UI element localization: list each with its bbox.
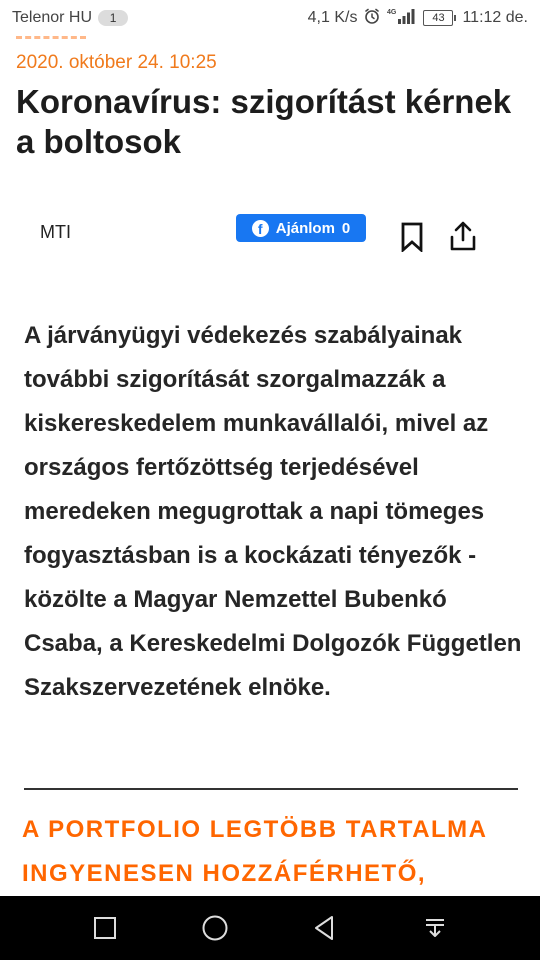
facebook-like-button[interactable]: f Ajánlom 0 xyxy=(236,214,366,242)
alarm-icon xyxy=(363,7,381,30)
back-button[interactable] xyxy=(301,904,349,952)
article-author: MTI xyxy=(40,222,71,242)
article-meta-row: MTI f Ajánlom 0 xyxy=(0,210,540,260)
signal-icon: 4G xyxy=(387,7,417,30)
bookmark-button[interactable] xyxy=(397,220,427,254)
section-divider xyxy=(24,788,518,790)
article-date: 2020. október 24. 10:25 xyxy=(16,52,217,73)
system-navigation-bar xyxy=(0,896,540,960)
share-button[interactable] xyxy=(447,218,479,254)
notification-pull-icon xyxy=(426,919,444,937)
back-icon xyxy=(315,916,333,940)
status-bar: Telenor HU 1 4,1 K/s 4G 43 11:12 de. xyxy=(0,0,540,36)
network-speed: 4,1 K/s xyxy=(307,9,358,26)
facebook-like-count: 0 xyxy=(341,219,351,237)
notification-pull-button[interactable] xyxy=(411,904,459,952)
battery-tip xyxy=(454,15,457,21)
bookmark-icon xyxy=(401,222,423,252)
battery-icon: 43 xyxy=(423,10,457,26)
facebook-like-label: Ajánlom xyxy=(275,219,335,237)
recent-apps-button[interactable] xyxy=(81,904,129,952)
network-type-label: 4G xyxy=(387,9,397,16)
status-bar-right: 4,1 K/s 4G 43 11:12 de. xyxy=(308,7,528,30)
status-bar-left: Telenor HU 1 xyxy=(12,9,129,27)
battery-level: 43 xyxy=(423,10,454,26)
article-title: Koronavírus: szigorítást kérnek a boltos… xyxy=(16,83,512,160)
home-icon xyxy=(202,915,228,941)
home-button[interactable] xyxy=(191,904,239,952)
facebook-logo-icon: f xyxy=(251,219,269,237)
article-lead: A járványügyi védekezés szabályainak tov… xyxy=(24,322,522,701)
carrier-name: Telenor HU xyxy=(12,9,93,26)
promo-text: A PORTFOLIO LEGTÖBB TARTALMA INGYENESEN … xyxy=(22,816,487,887)
share-icon xyxy=(450,221,476,251)
notification-count-badge: 1 xyxy=(98,10,129,26)
clock: 11:12 de. xyxy=(462,9,528,26)
recent-apps-icon xyxy=(94,917,116,939)
